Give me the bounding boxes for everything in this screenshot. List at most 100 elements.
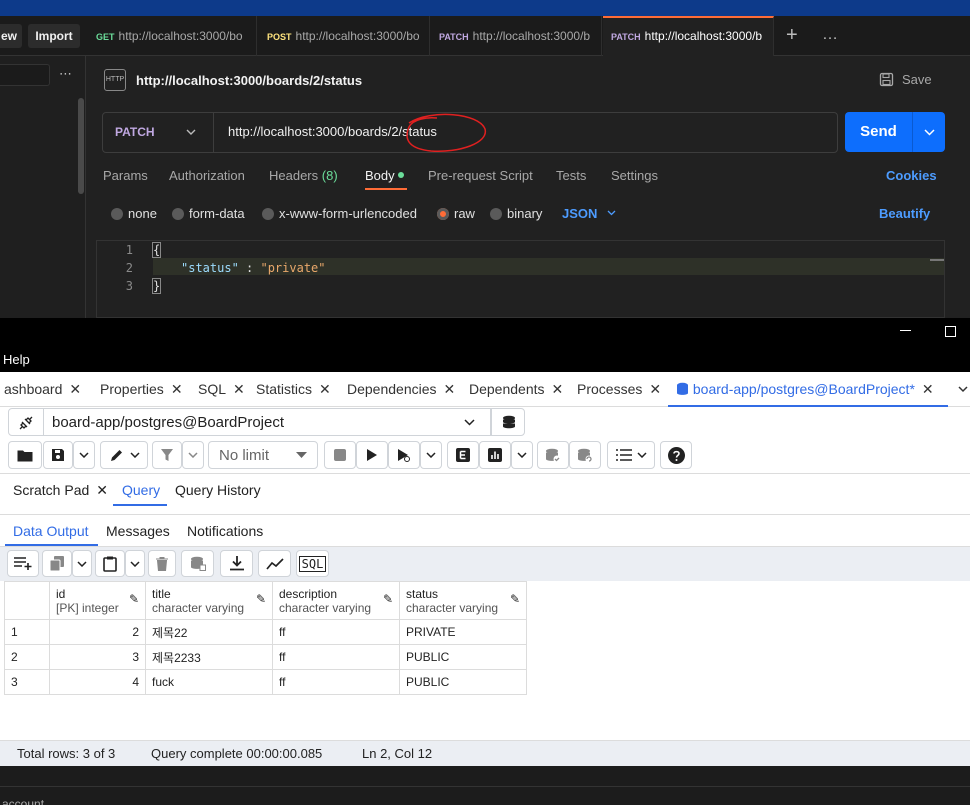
minimize-icon[interactable] <box>900 330 911 331</box>
pencil-icon[interactable]: ✎ <box>383 592 393 606</box>
tab-settings[interactable]: Settings <box>611 168 658 183</box>
save-options-dropdown[interactable] <box>73 441 95 469</box>
tab-patch-request-active[interactable]: PATCH http://localhost:3000/b <box>603 16 774 56</box>
close-icon[interactable]: ✕ <box>444 381 456 397</box>
radio-raw[interactable]: raw <box>437 206 475 221</box>
explain-dropdown[interactable] <box>511 441 533 469</box>
tab-statistics[interactable]: Statistics ✕ <box>256 372 331 407</box>
column-header-id[interactable]: id [PK] integer ✎ <box>49 581 146 620</box>
pencil-icon[interactable]: ✎ <box>510 592 520 606</box>
execute-button[interactable] <box>356 441 388 469</box>
graph-visualiser-button[interactable] <box>258 550 291 577</box>
copy-button[interactable] <box>42 550 72 577</box>
cell-description[interactable]: ff <box>272 669 400 695</box>
copy-dropdown[interactable] <box>72 550 92 577</box>
row-number[interactable]: 1 <box>4 619 50 645</box>
execute-dropdown[interactable] <box>420 441 442 469</box>
close-icon[interactable]: ✕ <box>649 381 661 397</box>
paste-button[interactable] <box>95 550 125 577</box>
add-row-button[interactable] <box>7 550 39 577</box>
rollback-button[interactable] <box>569 441 601 469</box>
explain-analyze-button[interactable] <box>479 441 511 469</box>
table-row[interactable]: 3 4 fuck ff PUBLIC <box>4 669 527 695</box>
close-icon[interactable]: ✕ <box>552 381 564 397</box>
sidebar-scrollbar[interactable] <box>78 98 84 194</box>
tab-headers[interactable]: Headers (8) <box>269 168 338 183</box>
beautify-link[interactable]: Beautify <box>879 206 930 221</box>
add-tab-icon[interactable]: + <box>786 24 798 46</box>
cell-id[interactable]: 3 <box>49 644 146 670</box>
more-tabs-icon[interactable]: … <box>822 26 838 44</box>
macros-button[interactable] <box>607 441 655 469</box>
help-button[interactable] <box>660 441 692 469</box>
table-row[interactable]: 2 3 제목2233 ff PUBLIC <box>4 644 527 670</box>
tab-notifications[interactable]: Notifications <box>187 523 263 539</box>
explain-button[interactable] <box>447 441 479 469</box>
query-editor-area[interactable] <box>0 507 970 515</box>
tab-sql[interactable]: SQL ✕ <box>198 372 245 407</box>
commit-button[interactable] <box>537 441 569 469</box>
close-icon[interactable]: ✕ <box>319 381 331 397</box>
radio-urlencoded[interactable]: x-www-form-urlencoded <box>262 206 417 221</box>
tab-query[interactable]: Query <box>122 482 160 498</box>
tab-params[interactable]: Params <box>103 168 148 183</box>
tab-dependents[interactable]: Dependents ✕ <box>469 372 563 407</box>
import-button[interactable]: Import <box>28 24 80 48</box>
close-icon[interactable]: ✕ <box>171 381 183 397</box>
tab-query-history[interactable]: Query History <box>175 482 261 498</box>
filter-dropdown[interactable] <box>182 441 204 469</box>
sidebar-more-icon[interactable]: ⋯ <box>59 66 72 82</box>
save-data-button[interactable] <box>181 550 214 577</box>
method-select[interactable]: PATCH <box>103 113 214 152</box>
cell-description[interactable]: ff <box>272 619 400 645</box>
save-file-button[interactable] <box>43 441 73 469</box>
open-file-button[interactable] <box>8 441 42 469</box>
maximize-icon[interactable] <box>945 326 956 337</box>
cell-status[interactable]: PUBLIC <box>399 644 527 670</box>
tab-pre-request-script[interactable]: Pre-request Script <box>428 168 533 183</box>
save-button[interactable]: Save <box>879 72 932 87</box>
sidebar-search-input[interactable] <box>0 64 50 86</box>
download-button[interactable] <box>220 550 253 577</box>
limit-select[interactable]: No limit <box>208 441 318 469</box>
radio-form-data[interactable]: form-data <box>172 206 245 221</box>
connection-status-button[interactable] <box>8 408 44 436</box>
tab-get-request[interactable]: GET http://localhost:3000/bo <box>88 16 257 56</box>
table-row[interactable]: 1 2 제목22 ff PRIVATE <box>4 619 527 645</box>
cell-status[interactable]: PUBLIC <box>399 669 527 695</box>
stop-button[interactable] <box>324 441 356 469</box>
send-button[interactable]: Send <box>845 112 945 152</box>
cell-status[interactable]: PRIVATE <box>399 619 527 645</box>
close-icon[interactable]: ✕ <box>96 482 108 498</box>
chevron-down-icon[interactable] <box>924 129 935 136</box>
tab-authorization[interactable]: Authorization <box>169 168 245 183</box>
chevron-down-icon[interactable] <box>958 386 968 393</box>
format-select[interactable]: JSON <box>562 206 616 221</box>
tab-scratch-pad[interactable]: Scratch Pad ✕ <box>13 482 108 499</box>
tab-post-request[interactable]: POST http://localhost:3000/bo <box>259 16 430 56</box>
paste-dropdown[interactable] <box>125 550 145 577</box>
cell-title[interactable]: fuck <box>145 669 273 695</box>
body-code-editor[interactable]: 1 2 3 { "status" : "private" } <box>96 240 945 318</box>
cell-id[interactable]: 2 <box>49 619 146 645</box>
row-number[interactable]: 2 <box>4 644 50 670</box>
close-icon[interactable]: ✕ <box>922 381 934 397</box>
menu-help[interactable]: Help <box>3 352 30 367</box>
tab-query-tool[interactable]: board-app/postgres@BoardProject* ✕ <box>668 372 948 407</box>
column-header-title[interactable]: title character varying ✎ <box>145 581 273 620</box>
cell-description[interactable]: ff <box>272 644 400 670</box>
tab-dependencies[interactable]: Dependencies ✕ <box>347 372 455 407</box>
close-icon[interactable]: ✕ <box>69 381 81 397</box>
tab-tests[interactable]: Tests <box>556 168 586 183</box>
tab-body[interactable]: Body <box>365 168 405 183</box>
cell-id[interactable]: 4 <box>49 669 146 695</box>
connection-select[interactable]: board-app/postgres@BoardProject <box>43 408 491 436</box>
filter-button[interactable] <box>152 441 182 469</box>
new-button[interactable]: ew <box>0 24 22 48</box>
pencil-icon[interactable]: ✎ <box>256 592 266 606</box>
tab-properties[interactable]: Properties ✕ <box>100 372 183 407</box>
close-icon[interactable]: ✕ <box>233 381 245 397</box>
execute-options-button[interactable] <box>388 441 420 469</box>
new-connection-button[interactable] <box>491 408 525 436</box>
tab-patch-request[interactable]: PATCH http://localhost:3000/b <box>431 16 602 56</box>
